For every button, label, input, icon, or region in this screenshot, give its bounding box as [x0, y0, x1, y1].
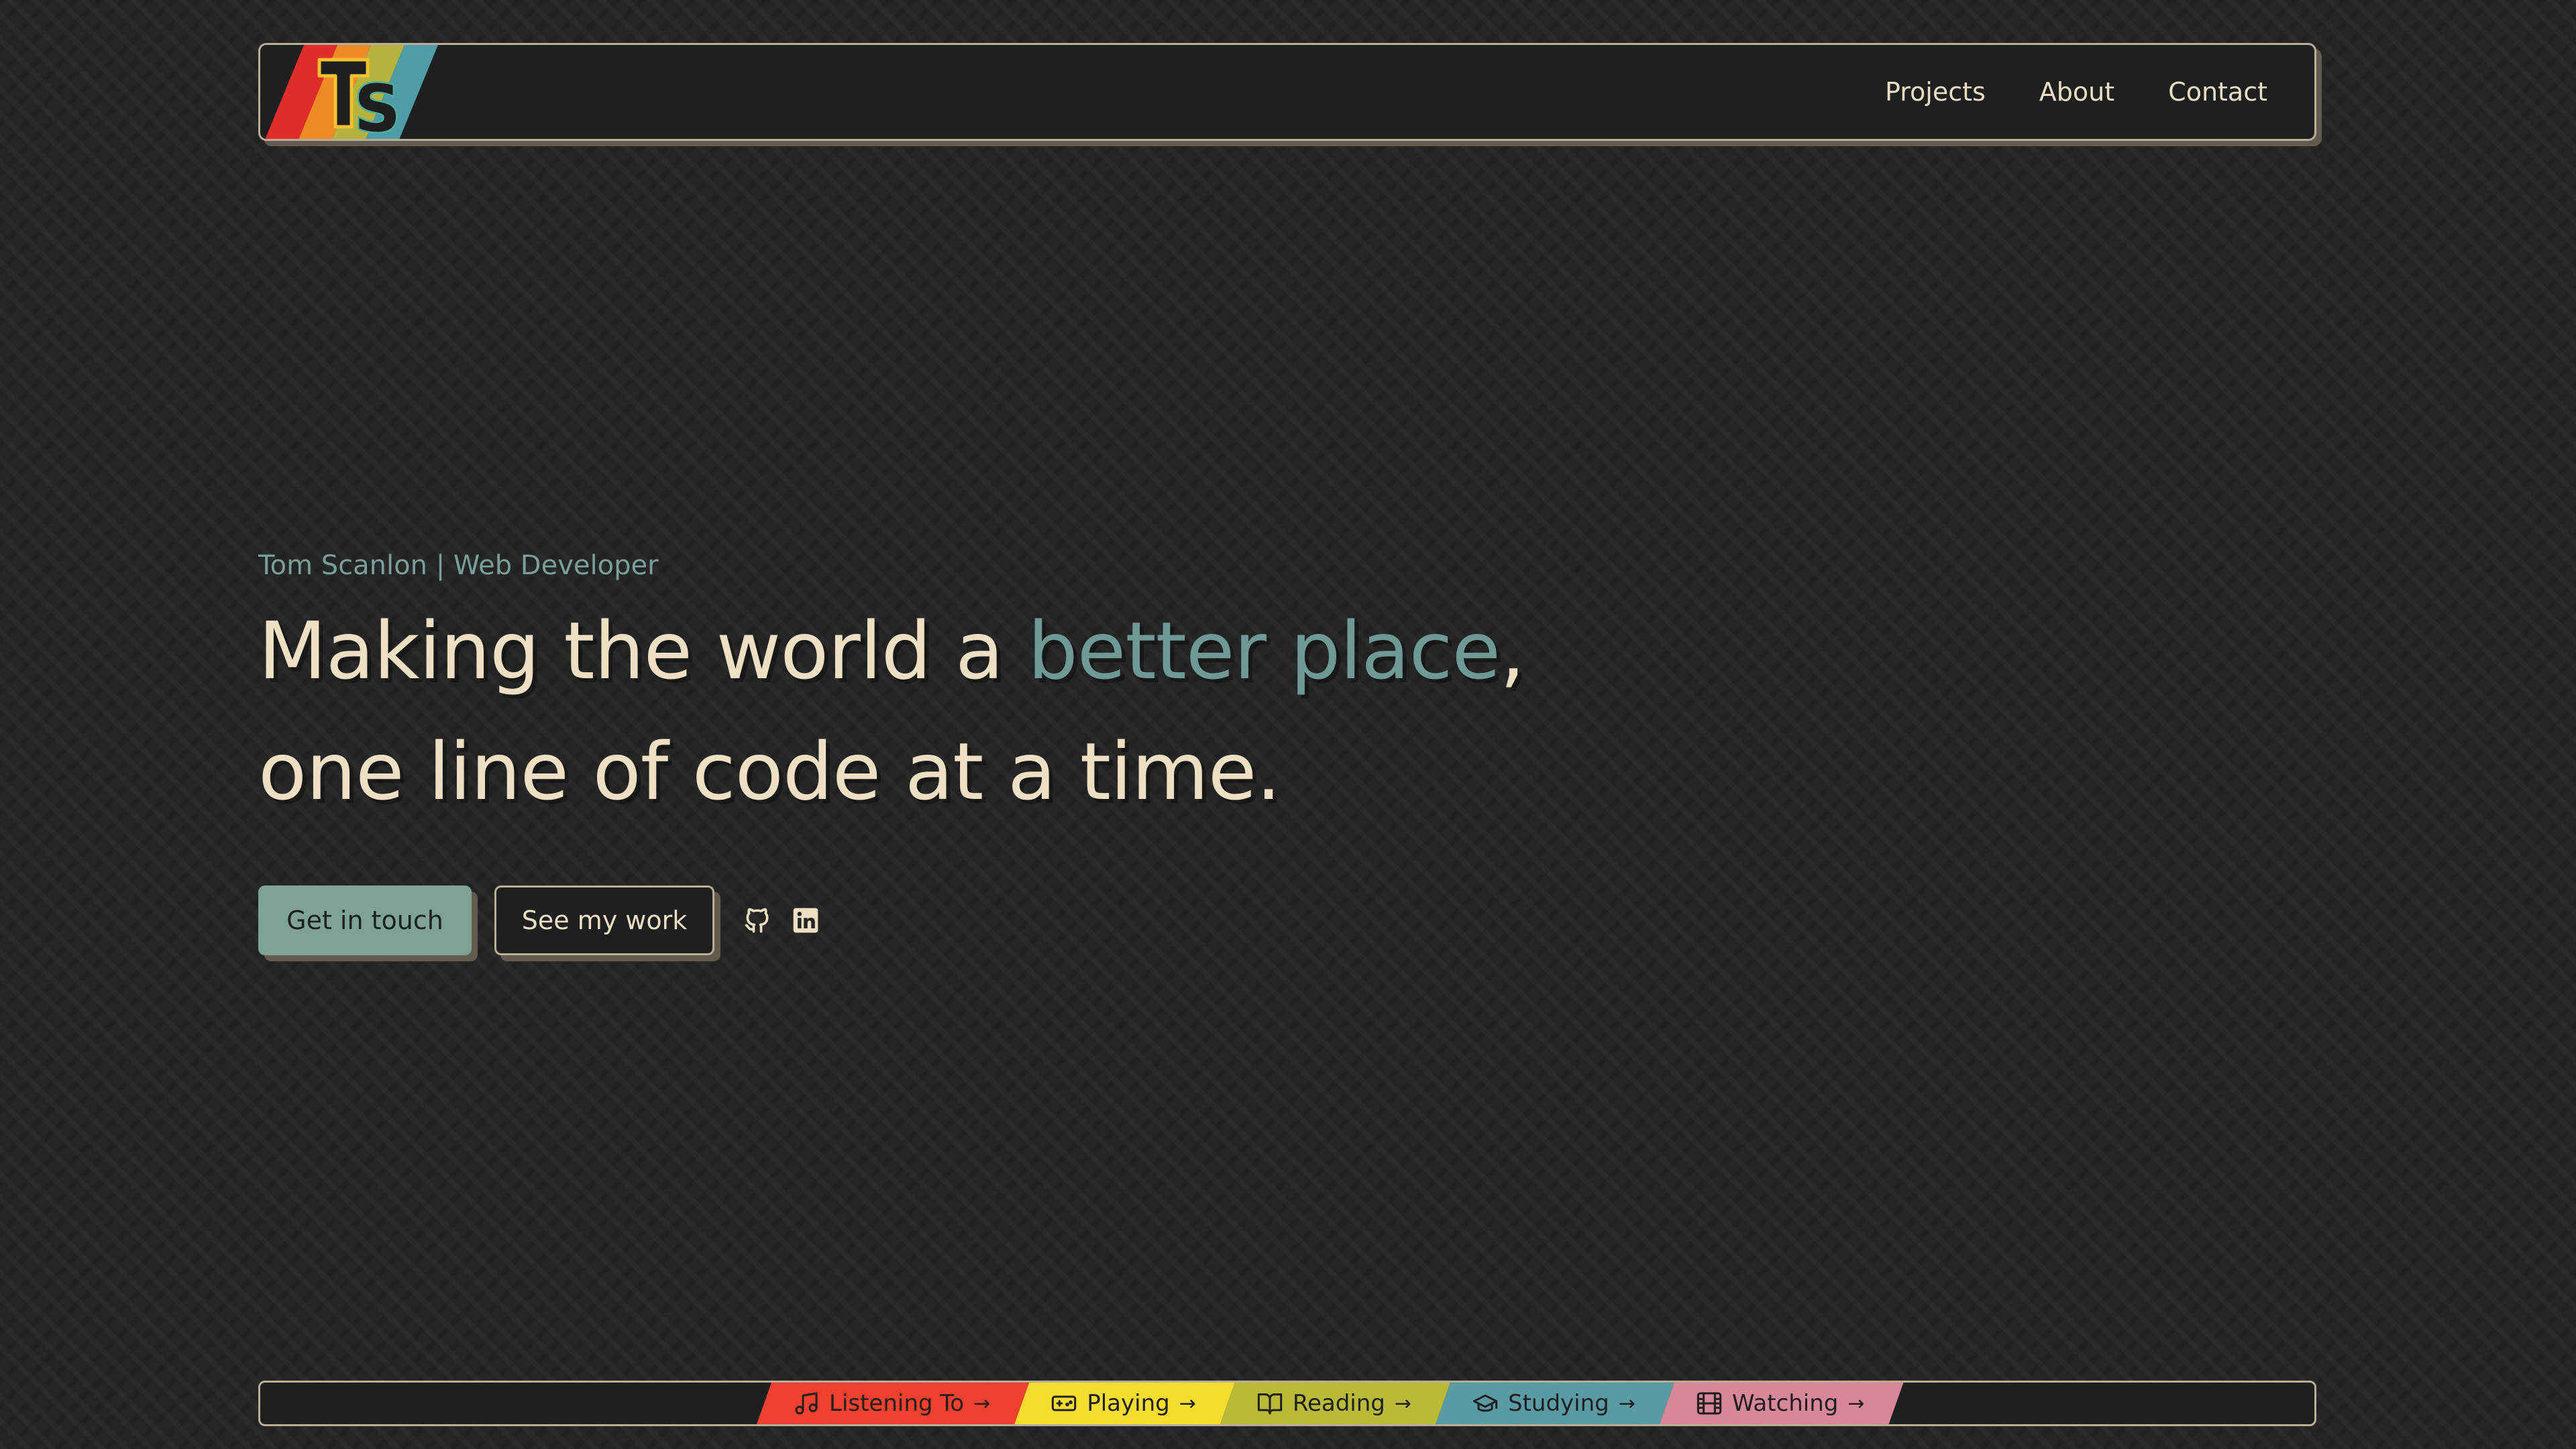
chip-listening-to[interactable]: Listening To →	[757, 1383, 1029, 1424]
logo[interactable]: S	[260, 45, 468, 141]
headline-accent: better place	[1027, 604, 1501, 697]
gamepad-icon	[1051, 1390, 1077, 1417]
social-links	[743, 906, 820, 935]
headline-line2: one line of code at a time.	[258, 725, 1281, 818]
get-in-touch-button[interactable]: Get in touch	[258, 885, 472, 955]
chip-label: Listening To	[829, 1390, 965, 1417]
main-nav: Projects About Contact	[1885, 45, 2267, 139]
nav-contact[interactable]: Contact	[2168, 77, 2267, 107]
github-icon[interactable]	[743, 906, 772, 935]
nav-about[interactable]: About	[2039, 77, 2114, 107]
chip-label: Reading	[1292, 1390, 1385, 1417]
hero-section: Tom Scanlon | Web Developer Making the w…	[258, 550, 2002, 955]
graduation-cap-icon	[1472, 1390, 1499, 1417]
chip-label: Studying	[1508, 1390, 1609, 1417]
chip-label: Watching	[1731, 1390, 1839, 1417]
headline-line1-prefix: Making the world a	[258, 604, 1028, 697]
linkedin-icon[interactable]	[791, 906, 820, 935]
see-my-work-button[interactable]: See my work	[494, 885, 714, 955]
svg-text:S: S	[354, 71, 400, 141]
book-icon	[1256, 1390, 1283, 1417]
hero-eyebrow: Tom Scanlon | Web Developer	[258, 550, 659, 581]
activity-chips: Listening To → Playing → Reading → Study…	[757, 1383, 1888, 1424]
chip-reading[interactable]: Reading →	[1220, 1383, 1450, 1424]
chip-playing[interactable]: Playing →	[1014, 1383, 1235, 1424]
arrow-right-icon: →	[973, 1391, 991, 1415]
hero-headline: Making the world a better place, one lin…	[258, 590, 2002, 832]
arrow-right-icon: →	[1847, 1391, 1865, 1415]
nav-projects[interactable]: Projects	[1885, 77, 1986, 107]
activity-status-bar: Listening To → Playing → Reading → Study…	[258, 1381, 2316, 1426]
arrow-right-icon: →	[1394, 1391, 1411, 1415]
arrow-right-icon: →	[1179, 1391, 1196, 1415]
music-note-icon	[793, 1390, 820, 1417]
logo-icon: S	[265, 45, 438, 141]
chip-label: Playing	[1087, 1390, 1170, 1417]
film-icon	[1696, 1390, 1723, 1417]
site-header: S Projects About Contact	[258, 43, 2316, 141]
cta-row: Get in touch See my work	[258, 885, 2002, 955]
chip-studying[interactable]: Studying →	[1436, 1383, 1674, 1424]
headline-line1-suffix: ,	[1499, 604, 1525, 697]
chip-watching[interactable]: Watching →	[1660, 1383, 1904, 1424]
arrow-right-icon: →	[1618, 1391, 1635, 1415]
